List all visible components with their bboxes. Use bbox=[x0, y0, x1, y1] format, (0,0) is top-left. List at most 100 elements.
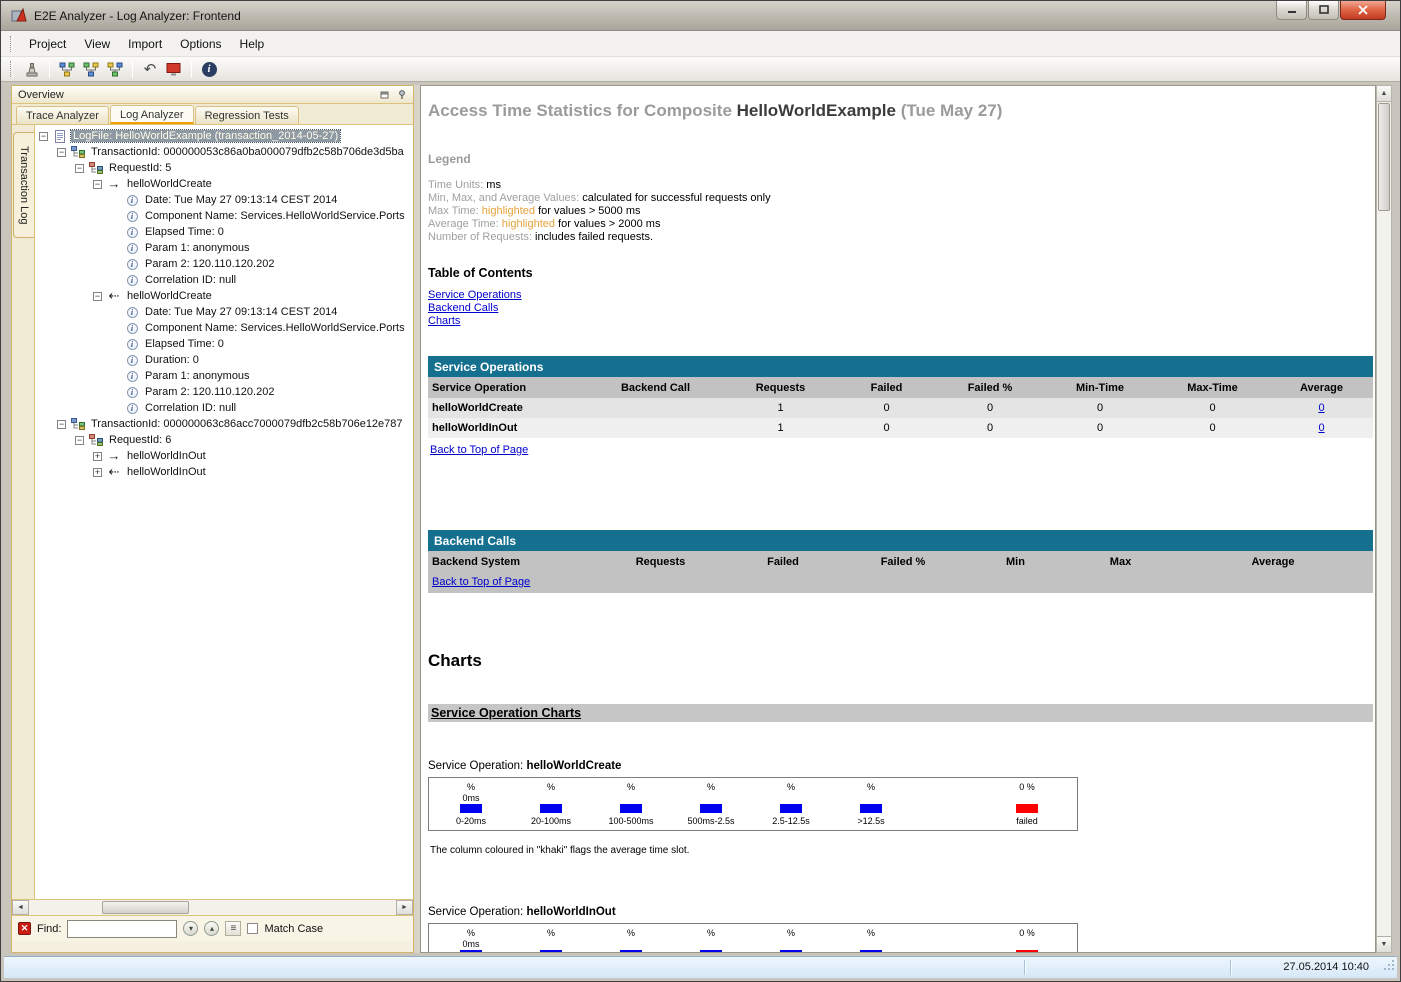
tree-horizontal-scrollbar[interactable]: ◄ ► bbox=[12, 899, 413, 915]
toc-links: Service OperationsBackend CallsCharts bbox=[428, 289, 1375, 328]
tree-node[interactable]: −LogFile: HelloWorldExample (transaction… bbox=[35, 128, 413, 144]
service-operations-section-bar: Service Operations bbox=[428, 356, 1373, 377]
find-input[interactable] bbox=[67, 920, 177, 938]
info-icon[interactable]: i bbox=[197, 59, 221, 80]
match-case-checkbox[interactable] bbox=[247, 923, 258, 934]
tree-node[interactable]: iCorrelation ID: null bbox=[35, 400, 413, 416]
collapse-icon[interactable]: − bbox=[39, 132, 48, 141]
scroll-up-arrow-icon[interactable]: ▲ bbox=[1377, 86, 1391, 102]
collapse-icon[interactable]: − bbox=[75, 436, 84, 445]
collapse-icon[interactable]: − bbox=[93, 180, 102, 189]
tree-node[interactable]: iElapsed Time: 0 bbox=[35, 224, 413, 240]
collapse-icon[interactable]: − bbox=[57, 148, 66, 157]
column-header-max-time: Max-Time bbox=[1155, 377, 1270, 398]
vertical-scroll-thumb[interactable] bbox=[1378, 103, 1390, 211]
info-icon: i bbox=[124, 371, 140, 382]
find-close-icon[interactable]: ✕ bbox=[18, 922, 31, 935]
toc-link-backend-calls[interactable]: Backend Calls bbox=[428, 302, 1375, 315]
average-value-link[interactable]: 0 bbox=[1318, 402, 1324, 414]
titlebar[interactable]: E2E Analyzer - Log Analyzer: Frontend bbox=[1, 1, 1400, 31]
tab-regression-tests[interactable]: Regression Tests bbox=[195, 106, 299, 124]
tree-node[interactable]: +→helloWorldInOut bbox=[35, 448, 413, 464]
tree-node[interactable]: −→helloWorldCreate bbox=[35, 176, 413, 192]
scroll-down-arrow-icon[interactable]: ▼ bbox=[1377, 936, 1391, 952]
back-to-top-link-backend-calls[interactable]: Back to Top of Page bbox=[432, 576, 530, 588]
expand-icon[interactable]: + bbox=[93, 468, 102, 477]
tree-node[interactable]: −⇠helloWorldCreate bbox=[35, 288, 413, 304]
model-edit-icon[interactable] bbox=[79, 59, 103, 80]
tree-node[interactable]: iParam 1: anonymous bbox=[35, 368, 413, 384]
minimize-button[interactable] bbox=[1276, 1, 1307, 20]
find-options-icon[interactable]: ≡ bbox=[225, 921, 241, 936]
collapse-icon[interactable]: − bbox=[75, 164, 84, 173]
resize-grip[interactable] bbox=[1382, 958, 1395, 976]
find-next-icon[interactable]: ▾ bbox=[183, 921, 198, 936]
scroll-left-arrow-icon[interactable]: ◄ bbox=[12, 900, 29, 915]
tree-node[interactable]: iParam 2: 120.110.120.202 bbox=[35, 384, 413, 400]
tab-log-analyzer[interactable]: Log Analyzer bbox=[110, 105, 194, 124]
model-sync-icon[interactable] bbox=[103, 59, 127, 80]
toc-link-service-operations[interactable]: Service Operations bbox=[428, 289, 1375, 302]
chart-bar bbox=[700, 804, 722, 813]
tree-node[interactable]: iComponent Name: Services.HelloWorldServ… bbox=[35, 320, 413, 336]
tree-node[interactable]: iParam 2: 120.110.120.202 bbox=[35, 256, 413, 272]
menu-help[interactable]: Help bbox=[231, 33, 274, 55]
chart-average-label bbox=[710, 793, 713, 804]
maximize-button[interactable] bbox=[1308, 1, 1339, 20]
menu-project[interactable]: Project bbox=[20, 33, 75, 55]
find-previous-icon[interactable]: ▴ bbox=[204, 921, 219, 936]
horizontal-scroll-thumb[interactable] bbox=[102, 901, 189, 914]
tree-node[interactable]: iCorrelation ID: null bbox=[35, 272, 413, 288]
legend-lines: Time Units: msMin, Max, and Average Valu… bbox=[428, 179, 1375, 244]
operation-name-cell: helloWorldInOut bbox=[428, 418, 588, 438]
tree-node[interactable]: iParam 1: anonymous bbox=[35, 240, 413, 256]
collapse-icon[interactable]: − bbox=[93, 292, 102, 301]
report-title-name: HelloWorldExample bbox=[737, 101, 896, 120]
side-tab-transaction-log[interactable]: Transaction Log bbox=[13, 132, 34, 238]
tree-node[interactable]: iDate: Tue May 27 09:13:14 CEST 2014 bbox=[35, 304, 413, 320]
menu-import[interactable]: Import bbox=[119, 33, 171, 55]
model-new-icon[interactable] bbox=[55, 59, 79, 80]
tree-node[interactable]: iElapsed Time: 0 bbox=[35, 336, 413, 352]
chart-bar bbox=[1016, 804, 1038, 813]
report-vertical-scrollbar[interactable]: ▲ ▼ bbox=[1376, 85, 1392, 953]
chart-bar bbox=[460, 804, 482, 813]
txn-icon bbox=[70, 146, 86, 158]
tab-trace-analyzer[interactable]: Trace Analyzer bbox=[16, 106, 109, 124]
menu-options[interactable]: Options bbox=[171, 33, 230, 55]
tree-node-label: Elapsed Time: 0 bbox=[143, 226, 226, 238]
chart-caption-helloworldcreate: Service Operation: helloWorldCreate bbox=[428, 760, 1375, 772]
table-row: helloWorldCreate100000 bbox=[428, 398, 1373, 418]
deploy-icon[interactable] bbox=[20, 59, 44, 80]
scroll-right-arrow-icon[interactable]: ► bbox=[396, 900, 413, 915]
chart-average-label bbox=[870, 793, 873, 804]
tree-node[interactable]: iComponent Name: Services.HelloWorldServ… bbox=[35, 208, 413, 224]
restore-panel-icon[interactable] bbox=[379, 88, 392, 101]
tree-node[interactable]: iDuration: 0 bbox=[35, 352, 413, 368]
chart-average-label bbox=[630, 939, 633, 950]
report-title-suffix: (Tue May 27) bbox=[896, 101, 1002, 120]
collapse-icon[interactable]: − bbox=[57, 420, 66, 429]
tree-node[interactable]: iDate: Tue May 27 09:13:14 CEST 2014 bbox=[35, 192, 413, 208]
tree-node[interactable]: − RequestId: 6 bbox=[35, 432, 413, 448]
toc-link-charts[interactable]: Charts bbox=[428, 315, 1375, 328]
tree-node[interactable]: −RequestId: 5 bbox=[35, 160, 413, 176]
tree-node[interactable]: −TransactionId: 000000053c86a0ba000079df… bbox=[35, 144, 413, 160]
average-value-link[interactable]: 0 bbox=[1318, 422, 1324, 434]
tree-node-label: RequestId: 6 bbox=[107, 434, 173, 446]
chart-column-0-20ms: %0ms0-20ms bbox=[431, 928, 511, 953]
capture-icon[interactable] bbox=[162, 59, 186, 80]
info-icon: i bbox=[124, 259, 140, 270]
back-to-top-link-service-operations[interactable]: Back to Top of Page bbox=[430, 444, 528, 456]
tree-node[interactable]: +⇠helloWorldInOut bbox=[35, 464, 413, 480]
menu-view[interactable]: View bbox=[75, 33, 119, 55]
chart-column-0-20ms: %0ms0-20ms bbox=[431, 782, 511, 830]
pin-icon[interactable] bbox=[396, 88, 409, 101]
tree-node-label: helloWorldCreate bbox=[125, 290, 214, 302]
undo-icon[interactable]: ↶ bbox=[138, 59, 162, 80]
close-button[interactable] bbox=[1340, 1, 1386, 20]
expand-icon[interactable]: + bbox=[93, 452, 102, 461]
logfile-icon bbox=[52, 130, 68, 143]
chart-percent-label: % bbox=[787, 782, 795, 793]
tree-node[interactable]: −TransactionId: 000000063c86acc7000079df… bbox=[35, 416, 413, 432]
